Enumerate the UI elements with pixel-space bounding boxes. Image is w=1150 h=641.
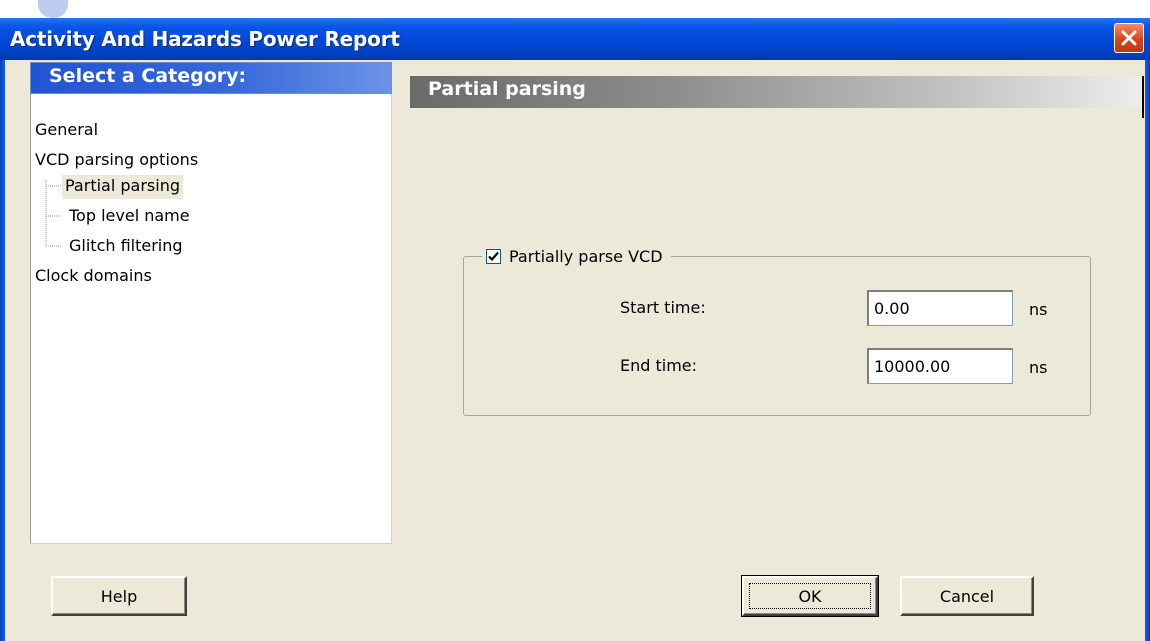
window-frame-left <box>0 60 5 641</box>
close-icon <box>1121 30 1137 46</box>
partial-parse-group <box>463 256 1091 416</box>
close-button[interactable] <box>1114 23 1144 53</box>
cancel-button-label: Cancel <box>939 586 995 606</box>
partial-parse-label: Partially parse VCD <box>509 246 663 266</box>
tree-item-glitch-filtering[interactable]: Glitch filtering <box>69 235 183 259</box>
title-bar[interactable]: Activity And Hazards Power Report <box>0 18 1150 60</box>
cancel-button[interactable]: Cancel <box>900 576 1034 616</box>
start-time-unit: ns <box>1029 300 1048 319</box>
category-tree[interactable]: General VCD parsing options Partial pars… <box>30 94 392 544</box>
tree-connector-lines <box>45 180 61 247</box>
end-time-unit: ns <box>1029 358 1048 377</box>
tree-item-vcd-parsing-options[interactable]: VCD parsing options <box>35 149 198 173</box>
tree-item-clock-domains[interactable]: Clock domains <box>35 265 152 289</box>
checkmark-icon <box>488 251 499 261</box>
partial-parse-checkbox[interactable] <box>486 248 501 264</box>
window-frame-right <box>1145 60 1150 641</box>
background-strip <box>0 0 1150 20</box>
tree-item-general[interactable]: General <box>35 119 98 143</box>
focus-rectangle <box>749 583 871 609</box>
panel-header: Partial parsing <box>410 76 1144 118</box>
end-time-label: End time: <box>620 356 698 375</box>
tree-item-top-level-name[interactable]: Top level name <box>69 205 190 229</box>
help-button[interactable]: Help <box>51 576 187 616</box>
end-time-input[interactable]: 10000.00 <box>867 348 1013 384</box>
help-button-label: Help <box>100 586 138 606</box>
start-time-input[interactable]: 0.00 <box>867 290 1013 326</box>
panel-header-edge <box>1142 76 1144 118</box>
start-time-label: Start time: <box>620 298 706 317</box>
ok-button[interactable]: OK <box>741 575 879 617</box>
category-header-label: Select a Category: <box>49 65 247 87</box>
category-header: Select a Category: <box>30 62 392 94</box>
background-fragment <box>38 0 68 18</box>
window-title: Activity And Hazards Power Report <box>10 27 400 51</box>
partial-parse-toggle[interactable]: Partially parse VCD <box>482 243 671 269</box>
panel-title: Partial parsing <box>428 78 586 100</box>
tree-item-partial-parsing[interactable]: Partial parsing <box>62 175 183 199</box>
